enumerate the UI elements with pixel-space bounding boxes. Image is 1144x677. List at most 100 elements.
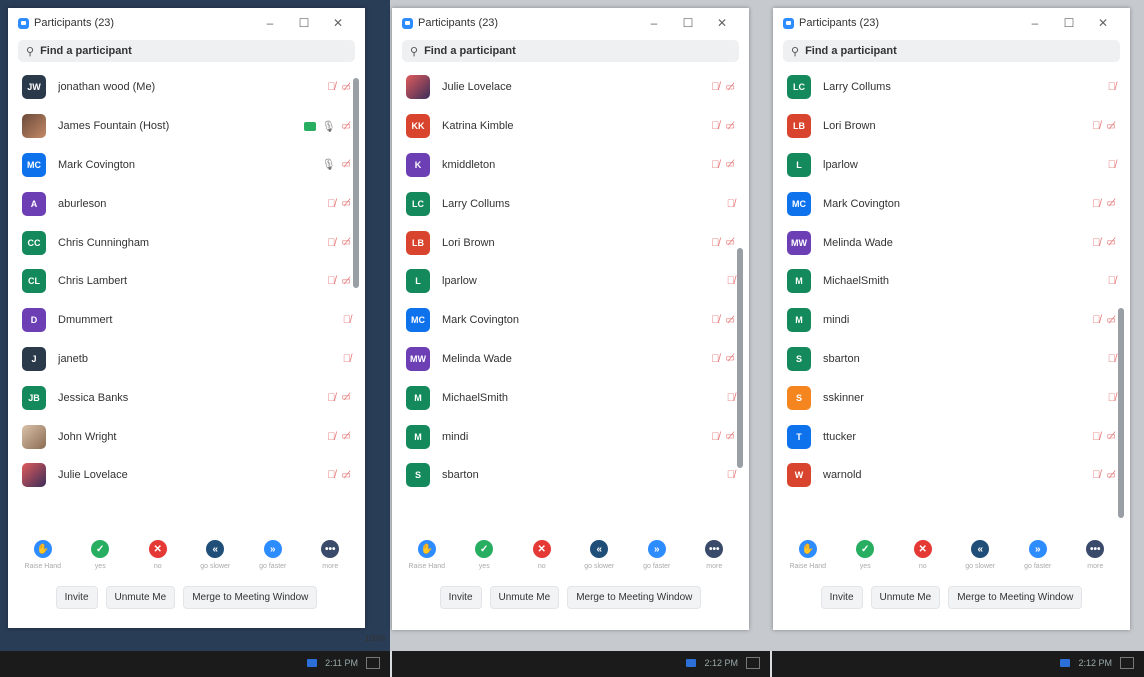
participant-search[interactable]: ⚲ Find a participant [402, 40, 739, 62]
participant-row[interactable]: KK Katrina Kimble 🎙̸ ▭̸ [392, 107, 749, 146]
avatar: MC [22, 152, 46, 177]
participant-row[interactable]: Julie Lovelace 🎙̸ ▭̸ [8, 456, 365, 495]
feedback-no-button[interactable]: ✕ no [514, 540, 570, 570]
participant-row[interactable]: Tttucker 🎙̸ ▭̸ [773, 417, 1130, 456]
unmute-me-button[interactable]: Unmute Me [870, 586, 941, 609]
participant-row[interactable]: M MichaelSmith 🎙̸ [392, 378, 749, 417]
maximize-button[interactable]: ☐ [287, 16, 321, 30]
avatar-photo [22, 463, 46, 488]
participant-row[interactable]: Kkmiddleton 🎙̸ ▭̸ [392, 146, 749, 185]
participant-row[interactable]: Ssbarton 🎙̸ [392, 456, 749, 495]
more-icon: ••• [705, 540, 724, 558]
participant-row[interactable]: Julie Lovelace 🎙̸ ▭̸ [392, 68, 749, 107]
feedback-go-faster-button[interactable]: » go faster [1010, 540, 1066, 570]
participant-row[interactable]: LC Larry Collums 🎙̸ [773, 68, 1130, 107]
participant-row[interactable]: MW Melinda Wade 🎙̸ ▭̸ [773, 223, 1130, 262]
minimize-button[interactable]: – [1018, 16, 1052, 30]
participant-row[interactable]: Llparlow 🎙̸ [392, 262, 749, 301]
minimize-button[interactable]: – [253, 16, 287, 30]
participant-row[interactable]: LB Lori Brown 🎙̸ ▭̸ [392, 223, 749, 262]
video-off-icon: ▭̸ [725, 159, 735, 171]
window-title: Participants (23) [799, 17, 880, 29]
action-buttons: Invite Unmute Me Merge to Meeting Window [773, 586, 1130, 609]
participant-row[interactable]: John Wright 🎙̸ ▭̸ [8, 417, 365, 456]
participant-row[interactable]: Aaburleson 🎙̸ ▭̸ [8, 184, 365, 223]
feedback-no-button[interactable]: ✕ no [130, 540, 186, 570]
feedback-go-slower-button[interactable]: « go slower [187, 540, 243, 570]
feedback-yes-button[interactable]: ✓ yes [456, 540, 512, 570]
scrollbar[interactable] [1118, 308, 1124, 518]
participant-row[interactable]: MC Mark Covington 🎙 ▭̸ [8, 146, 365, 185]
participant-list[interactable]: LC Larry Collums 🎙̸ LB Lori Brown 🎙̸ ▭̸ Llparlo… [773, 68, 1130, 518]
participant-row[interactable]: Ssskinner 🎙̸ [773, 378, 1130, 417]
video-off-icon: ▭̸ [341, 198, 351, 210]
feedback-go-faster-button[interactable]: » go faster [629, 540, 685, 570]
participant-row[interactable]: Llparlow 🎙̸ [773, 146, 1130, 185]
raise-hand-icon: ✋ [33, 540, 52, 558]
feedback-yes-button[interactable]: ✓ yes [72, 540, 128, 570]
participant-row[interactable]: Jjanetb 🎙̸ [8, 340, 365, 379]
merge-to-meeting-window-button[interactable]: Merge to Meeting Window [948, 586, 1083, 609]
participant-status-icons: 🎙̸ ▭̸ [327, 392, 351, 404]
muted-mic-icon: 🎙̸ [1092, 469, 1101, 482]
notification-icon[interactable] [366, 657, 380, 669]
participant-row[interactable]: James Fountain (Host) 🎙 ▭̸ [8, 107, 365, 146]
maximize-button[interactable]: ☐ [1052, 16, 1086, 30]
participant-row[interactable]: JB Jessica Banks 🎙̸ ▭̸ [8, 378, 365, 417]
participant-row[interactable]: MC Mark Covington 🎙̸ ▭̸ [392, 301, 749, 340]
feedback-more-button[interactable]: ••• more [1067, 540, 1123, 570]
unmute-me-button[interactable]: Unmute Me [105, 586, 176, 609]
invite-button[interactable]: Invite [820, 586, 863, 609]
participant-search[interactable]: ⚲ Find a participant [783, 40, 1120, 62]
participant-row[interactable]: Wwarnold 🎙̸ ▭̸ [773, 456, 1130, 495]
participant-list[interactable]: JW jonathan wood (Me) 🎙̸ ▭̸ James Fountain (… [8, 68, 365, 518]
merge-to-meeting-window-button[interactable]: Merge to Meeting Window [183, 586, 318, 609]
network-icon[interactable] [1060, 659, 1071, 667]
muted-mic-icon: 🎙̸ [327, 81, 336, 94]
merge-to-meeting-window-button[interactable]: Merge to Meeting Window [567, 586, 702, 609]
maximize-button[interactable]: ☐ [671, 16, 705, 30]
participant-row[interactable]: D Dmummert 🎙̸ [8, 301, 365, 340]
participant-search[interactable]: ⚲ Find a participant [18, 40, 355, 62]
unmute-me-button[interactable]: Unmute Me [489, 586, 560, 609]
participant-row[interactable]: Mmindi 🎙̸ ▭̸ [773, 301, 1130, 340]
scrollbar[interactable] [737, 248, 743, 468]
network-icon[interactable] [686, 659, 697, 667]
notification-icon[interactable] [746, 657, 760, 669]
feedback-more-button[interactable]: ••• more [302, 540, 358, 570]
network-icon[interactable] [307, 659, 318, 667]
close-button[interactable]: ✕ [705, 16, 739, 30]
participant-row[interactable]: Ssbarton 🎙̸ [773, 340, 1130, 379]
feedback-raise-hand-button[interactable]: ✋ Raise Hand [15, 540, 71, 570]
feedback-go-slower-button[interactable]: « go slower [952, 540, 1008, 570]
feedback-go-faster-button[interactable]: » go faster [245, 540, 301, 570]
feedback-label: no [918, 563, 927, 570]
participant-list[interactable]: Julie Lovelace 🎙̸ ▭̸ KK Katrina Kimble 🎙̸ ▭̸ Kk… [392, 68, 749, 518]
minimize-button[interactable]: – [637, 16, 671, 30]
close-button[interactable]: ✕ [1086, 16, 1120, 30]
participant-row[interactable]: LB Lori Brown 🎙̸ ▭̸ [773, 107, 1130, 146]
close-button[interactable]: ✕ [321, 16, 355, 30]
invite-button[interactable]: Invite [55, 586, 98, 609]
feedback-go-slower-button[interactable]: « go slower [571, 540, 627, 570]
feedback-yes-button[interactable]: ✓ yes [837, 540, 893, 570]
participant-row[interactable]: JW jonathan wood (Me) 🎙̸ ▭̸ [8, 68, 365, 107]
participant-row[interactable]: Mmindi 🎙̸ ▭̸ [392, 417, 749, 456]
participant-name: sskinner [823, 391, 864, 404]
participant-row[interactable]: MC Mark Covington 🎙̸ ▭̸ [773, 184, 1130, 223]
notification-icon[interactable] [1120, 657, 1134, 669]
participant-row[interactable]: CC Chris Cunningham 🎙̸ ▭̸ [8, 223, 365, 262]
feedback-no-button[interactable]: ✕ no [895, 540, 951, 570]
invite-button[interactable]: Invite [439, 586, 482, 609]
scrollbar[interactable] [353, 78, 359, 288]
participant-row[interactable]: CL Chris Lambert 🎙̸ ▭̸ [8, 262, 365, 301]
participant-status-icons: 🎙̸ ▭̸ [1092, 314, 1116, 326]
participant-row[interactable]: LC Larry Collums 🎙̸ [392, 184, 749, 223]
feedback-more-button[interactable]: ••• more [686, 540, 742, 570]
feedback-raise-hand-button[interactable]: ✋ Raise Hand [780, 540, 836, 570]
search-placeholder: Find a participant [805, 45, 897, 57]
participant-row[interactable]: M MichaelSmith 🎙̸ [773, 262, 1130, 301]
participant-row[interactable]: MW Melinda Wade 🎙̸ ▭̸ [392, 340, 749, 379]
feedback-raise-hand-button[interactable]: ✋ Raise Hand [399, 540, 455, 570]
participant-status-icons: 🎙̸ [1108, 392, 1116, 404]
